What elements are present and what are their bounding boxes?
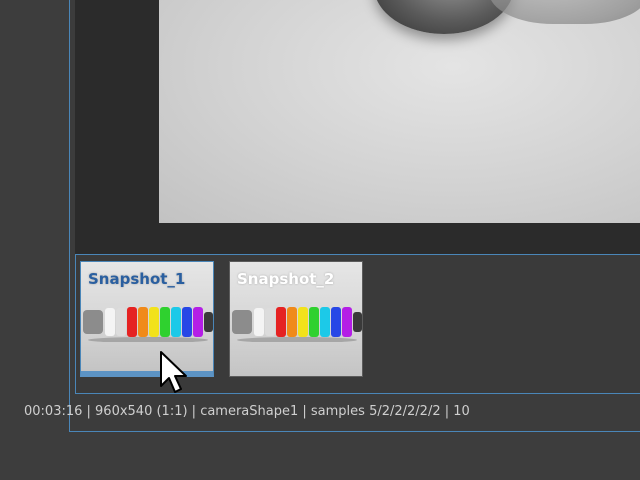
rainbow-chain-render xyxy=(232,307,362,342)
snapshot-2[interactable]: Snapshot_2 xyxy=(229,261,363,377)
render-view-window: Snapshot_1 Snapshot_2 xyxy=(69,0,640,432)
render-status-bar: 00:03:16 | 960x540 (1:1) | cameraShape1 … xyxy=(24,404,470,419)
snapshot-label: Snapshot_1 xyxy=(88,270,186,288)
render-object-dark xyxy=(374,0,514,34)
rainbow-chain-render xyxy=(83,307,213,342)
render-image xyxy=(159,0,640,223)
snapshot-1[interactable]: Snapshot_1 xyxy=(80,261,214,377)
snapshot-label: Snapshot_2 xyxy=(237,270,335,288)
render-viewport xyxy=(75,0,640,254)
render-object-light xyxy=(489,0,640,24)
mouse-pointer-icon xyxy=(160,351,187,393)
